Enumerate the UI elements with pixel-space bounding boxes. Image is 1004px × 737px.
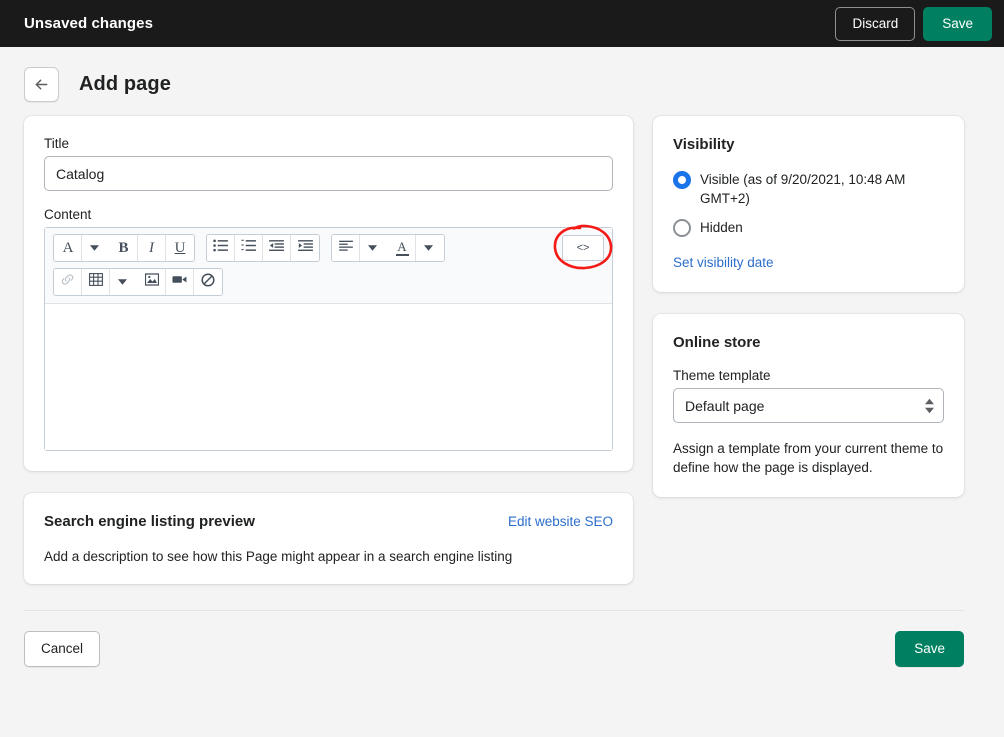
- italic-button[interactable]: I: [138, 235, 166, 261]
- bold-icon: B: [118, 240, 128, 257]
- text-style-dropdown-caret[interactable]: [82, 235, 110, 261]
- text-color-dropdown-caret[interactable]: [416, 235, 444, 261]
- page-header: Add page: [0, 47, 1004, 116]
- online-store-card: Online store Theme template Default page…: [653, 314, 964, 497]
- video-icon: [172, 274, 187, 290]
- page-details-card: Title Content A: [24, 116, 633, 471]
- insert-link-button[interactable]: [54, 269, 82, 295]
- edit-website-seo-link[interactable]: Edit website SEO: [508, 514, 613, 529]
- numbered-list-button[interactable]: [235, 235, 263, 261]
- visibility-option-visible[interactable]: Visible (as of 9/20/2021, 10:48 AM GMT+2…: [673, 170, 944, 208]
- clear-formatting-button[interactable]: [194, 269, 222, 295]
- online-store-heading: Online store: [673, 334, 944, 351]
- radio-visible[interactable]: [673, 171, 691, 189]
- visibility-heading: Visibility: [673, 136, 944, 153]
- text-color-icon: A: [396, 240, 409, 256]
- chevron-down-icon: [118, 274, 127, 290]
- arrow-left-icon: [33, 76, 50, 93]
- content-field-label: Content: [44, 207, 613, 222]
- link-icon: [60, 273, 75, 291]
- list-indent-group: [206, 234, 320, 262]
- radio-hidden[interactable]: [673, 219, 691, 237]
- bold-button[interactable]: B: [110, 235, 138, 261]
- seo-description: Add a description to see how this Page m…: [44, 549, 613, 564]
- save-button-topbar[interactable]: Save: [923, 7, 992, 41]
- indent-icon: [298, 239, 313, 257]
- chevron-down-icon: [90, 240, 99, 256]
- page-title: Add page: [79, 73, 171, 96]
- align-dropdown-caret[interactable]: [360, 235, 388, 261]
- editor-toolbar-row-2: [53, 268, 604, 296]
- insert-group: [53, 268, 223, 296]
- radio-visible-label: Visible (as of 9/20/2021, 10:48 AM GMT+2…: [700, 170, 944, 208]
- insert-table-dropdown[interactable]: [82, 269, 110, 295]
- main-column: Title Content A: [24, 116, 633, 584]
- seo-preview-card: Search engine listing preview Edit websi…: [24, 493, 633, 584]
- seo-card-header: Search engine listing preview Edit websi…: [44, 513, 613, 530]
- bulleted-list-button[interactable]: [207, 235, 235, 261]
- discard-button[interactable]: Discard: [835, 7, 915, 41]
- content-rich-text-editor: A B I: [44, 227, 613, 451]
- context-bar-title: Unsaved changes: [24, 15, 153, 32]
- cancel-button[interactable]: Cancel: [24, 631, 100, 667]
- chevron-down-icon: [424, 240, 433, 256]
- save-button-footer[interactable]: Save: [895, 631, 964, 667]
- align-color-group: A: [331, 234, 445, 262]
- back-button[interactable]: [24, 67, 59, 102]
- unsaved-changes-bar: Unsaved changes Discard Save: [0, 0, 1004, 47]
- editor-toolbar: A B I: [45, 228, 612, 304]
- underline-button[interactable]: U: [166, 235, 194, 261]
- theme-template-select-wrapper: Default page: [673, 388, 944, 423]
- image-icon: [145, 273, 159, 291]
- title-field-label: Title: [44, 136, 613, 151]
- html-code-button[interactable]: <>: [562, 235, 604, 261]
- content-editor-body[interactable]: [45, 304, 612, 450]
- italic-icon: I: [149, 240, 154, 257]
- indent-button[interactable]: [291, 235, 319, 261]
- no-symbol-icon: [201, 273, 215, 292]
- page-layout: Title Content A: [0, 116, 1004, 584]
- insert-table-dropdown-caret[interactable]: [110, 269, 138, 295]
- insert-image-button[interactable]: [138, 269, 166, 295]
- theme-template-label: Theme template: [673, 368, 944, 383]
- outdent-button[interactable]: [263, 235, 291, 261]
- sidebar-column: Visibility Visible (as of 9/20/2021, 10:…: [653, 116, 964, 497]
- text-style-dropdown[interactable]: A: [54, 235, 82, 261]
- editor-toolbar-row-1: A B I: [53, 234, 604, 262]
- outdent-icon: [269, 239, 284, 257]
- text-color-dropdown[interactable]: A: [388, 235, 416, 261]
- visibility-card: Visibility Visible (as of 9/20/2021, 10:…: [653, 116, 964, 292]
- page-footer-actions: Cancel Save: [24, 610, 964, 667]
- seo-heading: Search engine listing preview: [44, 513, 255, 530]
- visibility-option-hidden[interactable]: Hidden: [673, 218, 944, 237]
- align-dropdown[interactable]: [332, 235, 360, 261]
- table-icon: [89, 273, 103, 291]
- set-visibility-date-link[interactable]: Set visibility date: [673, 255, 774, 270]
- context-bar-actions: Discard Save: [835, 7, 992, 41]
- chevron-down-icon: [368, 240, 377, 256]
- bullet-list-icon: [213, 239, 228, 257]
- numbered-list-icon: [241, 239, 256, 257]
- insert-video-button[interactable]: [166, 269, 194, 295]
- align-left-icon: [339, 240, 353, 257]
- font-a-icon: A: [63, 240, 74, 257]
- theme-template-select[interactable]: Default page: [673, 388, 944, 423]
- underline-icon: U: [175, 240, 186, 257]
- theme-template-help-text: Assign a template from your current them…: [673, 439, 944, 477]
- radio-hidden-label: Hidden: [700, 218, 743, 237]
- title-input[interactable]: [44, 156, 613, 191]
- text-format-group: A B I: [53, 234, 195, 262]
